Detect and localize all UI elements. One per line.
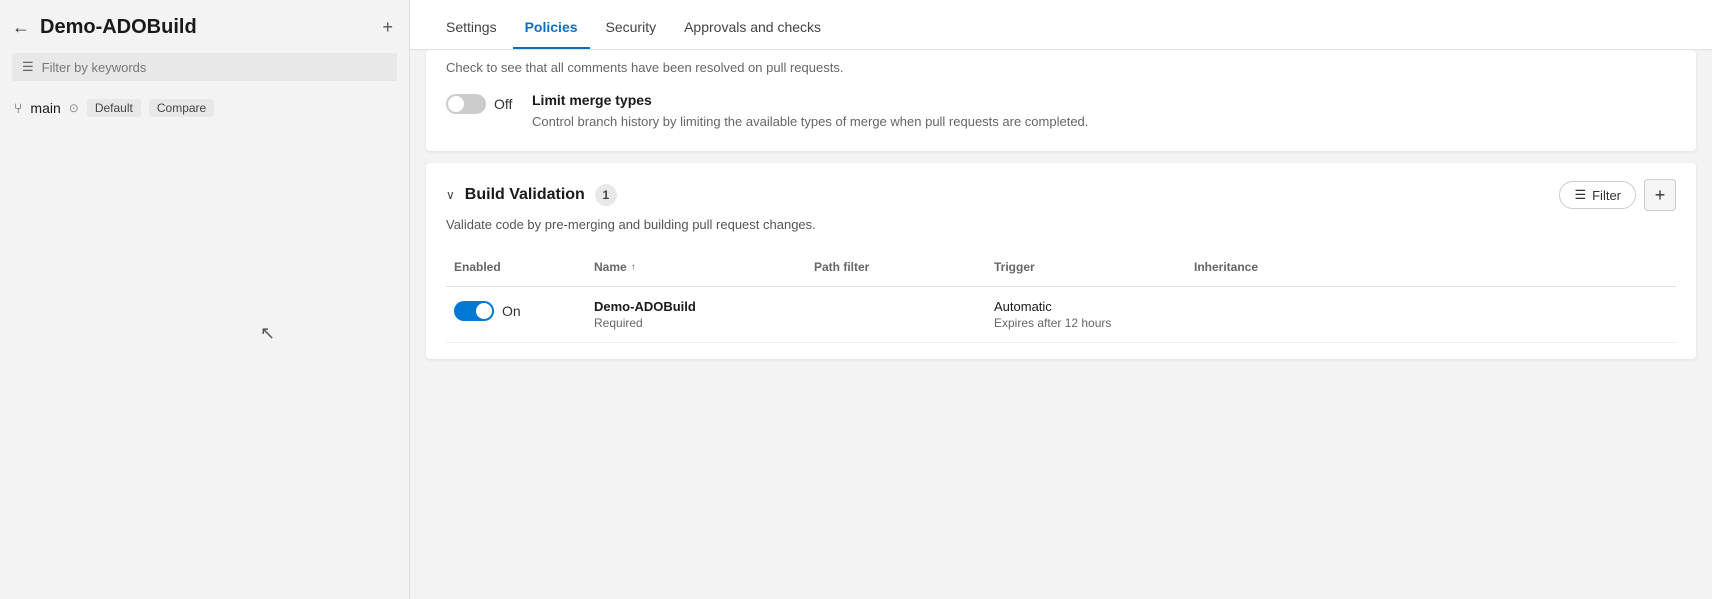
sidebar-title: Demo-ADOBuild xyxy=(40,16,372,39)
branch-name: main xyxy=(30,100,60,116)
filter-button[interactable]: ☰ Filter xyxy=(1559,181,1636,209)
tab-policies[interactable]: Policies xyxy=(513,5,590,49)
row-enabled-label: On xyxy=(502,303,521,319)
row-name-sub: Required xyxy=(594,316,798,330)
row-enabled: On xyxy=(446,299,586,321)
build-validation-desc: Validate code by pre-merging and buildin… xyxy=(446,217,1676,232)
branch-row: ⑂ main ⊙ Default Compare xyxy=(0,93,409,123)
col-trigger: Trigger xyxy=(986,256,1186,278)
filter-button-label: Filter xyxy=(1592,188,1621,203)
collapse-chevron[interactable]: ∨ xyxy=(446,188,455,202)
build-validation-count: 1 xyxy=(595,184,617,206)
main-content: Settings Policies Security Approvals and… xyxy=(410,0,1712,599)
add-branch-button[interactable]: + xyxy=(382,17,393,38)
row-trigger-value: Automatic xyxy=(994,299,1178,314)
filter-icon: ☰ xyxy=(22,59,34,75)
filter-lines-icon: ☰ xyxy=(1574,187,1586,203)
row-trigger-sub: Expires after 12 hours xyxy=(994,316,1178,330)
comment-policy-desc: Check to see that all comments have been… xyxy=(446,58,1676,78)
limit-merge-toggle[interactable] xyxy=(446,94,486,114)
add-validation-button[interactable]: + xyxy=(1644,179,1676,211)
table-row: On Demo-ADOBuild Required Automatic Expi… xyxy=(446,287,1676,343)
build-validation-title: Build Validation xyxy=(465,186,585,204)
tab-security[interactable]: Security xyxy=(594,5,669,49)
col-enabled: Enabled xyxy=(446,256,586,278)
row-toggle-wrapper: On xyxy=(454,301,578,321)
sidebar-empty: ↖ xyxy=(0,123,409,599)
row-trigger: Automatic Expires after 12 hours xyxy=(986,299,1186,330)
branch-icon: ⑂ xyxy=(14,100,22,116)
back-button[interactable]: ← xyxy=(12,17,30,38)
compare-tag[interactable]: Compare xyxy=(149,99,214,117)
col-path-filter: Path filter xyxy=(806,256,986,278)
build-validation-header: ∨ Build Validation 1 ☰ Filter + xyxy=(446,179,1676,211)
row-enabled-toggle[interactable] xyxy=(454,301,494,321)
limit-merge-title: Limit merge types xyxy=(532,92,1088,108)
sidebar-header: ← Demo-ADOBuild + xyxy=(0,0,409,53)
tab-bar: Settings Policies Security Approvals and… xyxy=(410,0,1712,50)
limit-merge-desc: Control branch history by limiting the a… xyxy=(532,112,1088,132)
filter-bar[interactable]: ☰ Filter by keywords xyxy=(12,53,397,81)
pin-icon: ⊙ xyxy=(69,101,79,115)
row-name: Demo-ADOBuild Required xyxy=(586,299,806,330)
section-actions: ☰ Filter + xyxy=(1559,179,1676,211)
toggle-knob xyxy=(448,96,464,112)
content-area: Check to see that all comments have been… xyxy=(410,50,1712,599)
limit-merge-info: Limit merge types Control branch history… xyxy=(532,92,1088,132)
limit-merge-toggle-wrapper: Off xyxy=(446,94,516,114)
limit-merge-toggle-row: Off Limit merge types Control branch his… xyxy=(446,92,1676,132)
row-name-value: Demo-ADOBuild xyxy=(594,299,798,314)
sidebar: ← Demo-ADOBuild + ☰ Filter by keywords ⑂… xyxy=(0,0,410,599)
filter-input[interactable]: Filter by keywords xyxy=(42,60,147,75)
tab-settings[interactable]: Settings xyxy=(434,5,509,49)
sort-arrow-icon: ↑ xyxy=(631,262,636,273)
col-name[interactable]: Name ↑ xyxy=(586,256,806,278)
table-header: Enabled Name ↑ Path filter Trigger Inher… xyxy=(446,248,1676,287)
section-title-row: ∨ Build Validation 1 xyxy=(446,184,617,206)
comment-policy-card: Check to see that all comments have been… xyxy=(426,50,1696,151)
col-inheritance: Inheritance xyxy=(1186,256,1676,278)
toggle-knob xyxy=(476,303,492,319)
default-tag[interactable]: Default xyxy=(87,99,141,117)
tab-approvals[interactable]: Approvals and checks xyxy=(672,5,833,49)
toggle-off-label: Off xyxy=(494,96,512,112)
build-validation-card: ∨ Build Validation 1 ☰ Filter + Validate… xyxy=(426,163,1696,359)
